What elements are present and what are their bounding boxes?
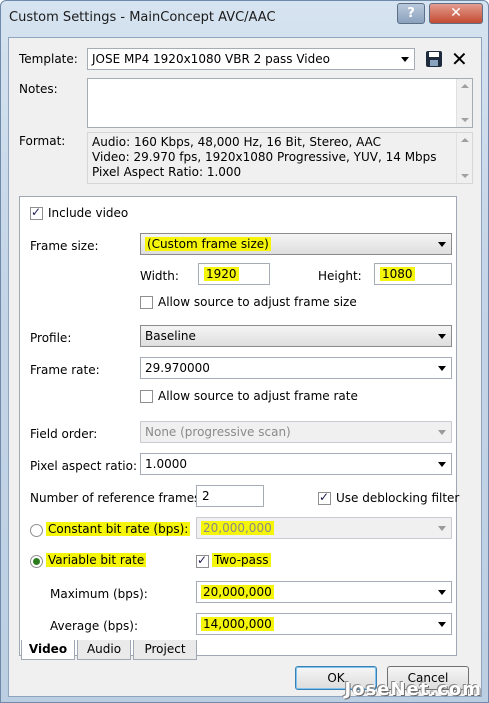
- height-label: Height:: [318, 269, 362, 283]
- cbr-dropdown[interactable]: 20,000,000: [196, 517, 452, 539]
- allow-frame-rate-label: Allow source to adjust frame rate: [158, 389, 358, 403]
- title-bar[interactable]: Custom Settings - MainConcept AVC/AAC ? …: [1, 1, 488, 37]
- allow-frame-size-label: Allow source to adjust frame size: [158, 295, 357, 309]
- watermark: JoseNet.com: [344, 679, 482, 700]
- cbr-value: 20,000,000: [201, 521, 274, 535]
- maximum-dropdown[interactable]: 20,000,000: [196, 581, 452, 603]
- tab-video[interactable]: Video: [21, 640, 75, 660]
- chevron-down-icon: [438, 462, 446, 467]
- notes-scrollbar[interactable]: [456, 79, 472, 127]
- format-audio-line: Audio: 160 Kbps, 48,000 Hz, 16 Bit, Ster…: [92, 135, 382, 149]
- notes-field[interactable]: [87, 78, 473, 128]
- tab-project[interactable]: Project: [133, 640, 197, 660]
- ref-frames-label: Number of reference frames:: [30, 491, 205, 505]
- field-order-dropdown[interactable]: None (progressive scan): [140, 421, 452, 443]
- chevron-down-icon: [438, 526, 446, 531]
- allow-frame-rate-checkbox[interactable]: [140, 390, 153, 403]
- scroll-down-icon[interactable]: [461, 174, 469, 178]
- chevron-down-icon: [438, 590, 446, 595]
- vbr-radio[interactable]: [30, 555, 43, 568]
- height-value: 1080: [380, 267, 415, 281]
- width-label: Width:: [140, 269, 179, 283]
- vbr-label: Variable bit rate: [46, 553, 147, 567]
- deblocking-checkbox[interactable]: [318, 490, 331, 505]
- scroll-up-icon[interactable]: [461, 138, 469, 142]
- chevron-down-icon: [438, 366, 446, 371]
- average-value: 14,000,000: [201, 617, 274, 631]
- field-order-label: Field order:: [30, 427, 98, 441]
- profile-value: Baseline: [145, 329, 196, 343]
- window-title: Custom Settings - MainConcept AVC/AAC: [9, 10, 276, 25]
- template-label: Template:: [19, 52, 78, 66]
- scroll-up-icon[interactable]: [461, 84, 469, 88]
- format-video-line: Video: 29.970 fps, 1920x1080 Progressive…: [92, 150, 437, 164]
- frame-size-label: Frame size:: [30, 239, 99, 253]
- two-pass-label: Two-pass: [212, 553, 271, 567]
- cbr-radio[interactable]: [30, 524, 43, 537]
- format-label: Format:: [19, 134, 66, 148]
- profile-dropdown[interactable]: Baseline: [140, 325, 452, 347]
- maximum-label: Maximum (bps):: [50, 587, 148, 601]
- pixel-aspect-dropdown[interactable]: 1.0000: [140, 453, 452, 475]
- ref-frames-input[interactable]: 2: [196, 485, 264, 507]
- tab-audio[interactable]: Audio: [77, 640, 131, 660]
- dialog-client-area: Template: JOSE MP4 1920x1080 VBR 2 pass …: [8, 37, 482, 697]
- video-settings-panel: Include video Frame size: (Custom frame …: [19, 196, 460, 656]
- include-video-checkbox[interactable]: [30, 205, 43, 220]
- allow-frame-size-checkbox[interactable]: [140, 296, 153, 309]
- frame-size-dropdown[interactable]: (Custom frame size): [140, 233, 452, 255]
- frame-rate-value: 29.970000: [145, 361, 210, 375]
- chevron-down-icon: [438, 334, 446, 339]
- pixel-aspect-label: Pixel aspect ratio:: [30, 459, 138, 473]
- delete-template-icon[interactable]: ✕: [451, 49, 468, 69]
- field-order-value: None (progressive scan): [145, 425, 291, 439]
- frame-rate-label: Frame rate:: [30, 363, 100, 377]
- chevron-down-icon: [438, 430, 446, 435]
- frame-rate-dropdown[interactable]: 29.970000: [140, 357, 452, 379]
- width-input[interactable]: 1920: [198, 263, 270, 285]
- format-summary: Audio: 160 Kbps, 48,000 Hz, 16 Bit, Ster…: [87, 132, 473, 184]
- dialog-window: Custom Settings - MainConcept AVC/AAC ? …: [0, 0, 489, 703]
- width-value: 1920: [204, 267, 239, 281]
- template-value: JOSE MP4 1920x1080 VBR 2 pass Video: [92, 52, 330, 66]
- cbr-label: Constant bit rate (bps):: [46, 522, 191, 536]
- format-scrollbar[interactable]: [456, 133, 472, 183]
- pixel-aspect-value: 1.0000: [145, 457, 187, 471]
- chevron-down-icon: [401, 57, 409, 62]
- deblocking-label: Use deblocking filter: [336, 491, 460, 505]
- format-par-line: Pixel Aspect Ratio: 1.000: [92, 165, 242, 179]
- average-label: Average (bps):: [50, 619, 138, 633]
- frame-size-value: (Custom frame size): [145, 237, 271, 251]
- save-icon[interactable]: [426, 51, 442, 67]
- include-video-label: Include video: [48, 206, 129, 220]
- chevron-down-icon: [438, 622, 446, 627]
- close-button[interactable]: ✕: [429, 3, 483, 24]
- chevron-down-icon: [438, 242, 446, 247]
- scroll-down-icon[interactable]: [461, 118, 469, 122]
- height-input[interactable]: 1080: [374, 263, 452, 285]
- two-pass-checkbox[interactable]: [196, 553, 209, 568]
- maximum-value: 20,000,000: [201, 585, 274, 599]
- help-button[interactable]: ?: [397, 3, 425, 24]
- average-dropdown[interactable]: 14,000,000: [196, 613, 452, 635]
- ref-frames-value: 2: [202, 489, 210, 503]
- template-dropdown[interactable]: JOSE MP4 1920x1080 VBR 2 pass Video: [87, 48, 415, 70]
- profile-label: Profile:: [30, 331, 72, 345]
- notes-label: Notes:: [19, 82, 58, 96]
